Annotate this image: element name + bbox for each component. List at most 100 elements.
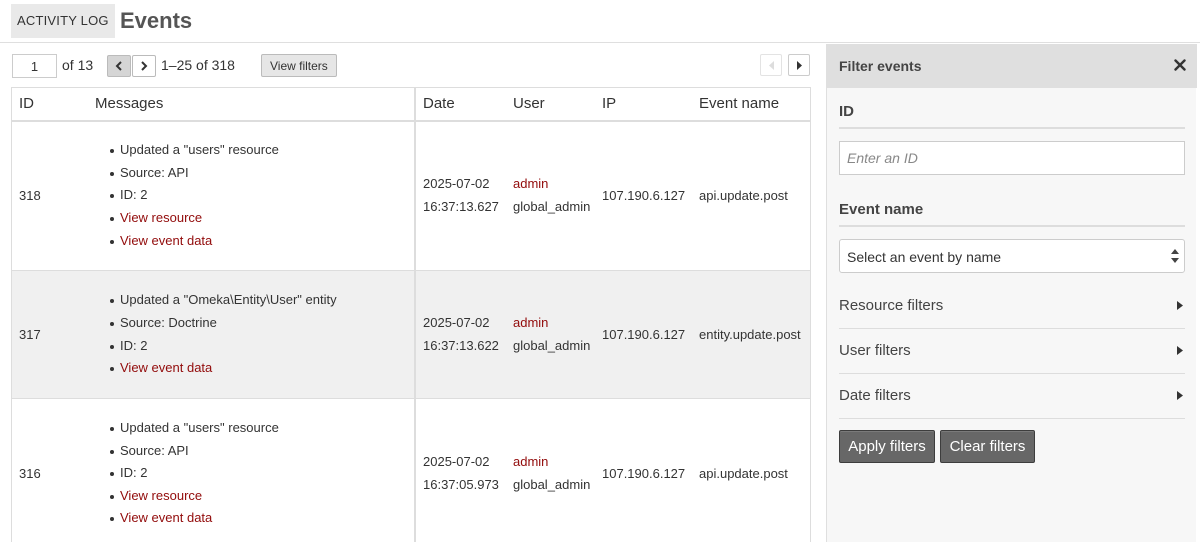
- column-header-user[interactable]: User: [506, 87, 595, 122]
- divider: [839, 127, 1185, 129]
- view-filters-button[interactable]: View filters: [261, 54, 337, 77]
- message-item: Source: API: [110, 162, 407, 185]
- event-name-filter-label: Event name: [839, 201, 924, 218]
- event-messages: Updated a "users" resource Source: API I…: [88, 398, 416, 542]
- date-filters-toggle[interactable]: Date filters: [839, 375, 1185, 419]
- view-resource-link[interactable]: View resource: [120, 210, 202, 225]
- event-messages: Updated a "users" resource Source: API I…: [88, 120, 416, 271]
- table-row: 318 Updated a "users" resource Source: A…: [12, 120, 810, 271]
- chevron-left-icon: [115, 61, 122, 71]
- filter-sidebar: Filter events ID Event name Select an ev…: [826, 44, 1197, 542]
- message-item: ID: 2: [110, 184, 407, 207]
- caret-right-icon: [796, 60, 802, 70]
- table-row: 317 Updated a "Omeka\Entity\User" entity…: [12, 270, 810, 399]
- page-count: of 13: [62, 57, 94, 73]
- column-header-id[interactable]: ID: [12, 87, 88, 122]
- page-title: Events: [120, 8, 193, 33]
- event-date: 2025-07-02 16:37:13.627: [415, 120, 506, 271]
- message-item: Updated a "users" resource: [110, 139, 407, 162]
- time-value: 16:37:13.622: [423, 337, 499, 353]
- user-role: global_admin: [513, 476, 591, 492]
- scroll-right-button[interactable]: [788, 54, 810, 76]
- column-header-messages[interactable]: Messages: [88, 87, 416, 122]
- event-name-select[interactable]: Select an event by name: [839, 239, 1185, 273]
- view-event-data-link[interactable]: View event data: [120, 510, 212, 525]
- event-name: entity.update.post: [692, 270, 810, 399]
- caret-right-icon: [1177, 346, 1183, 355]
- previous-page-button[interactable]: [107, 55, 131, 77]
- user-link[interactable]: admin: [513, 176, 548, 191]
- event-user: admin global_admin: [506, 398, 595, 542]
- message-item: View event data: [110, 230, 407, 253]
- view-event-data-link[interactable]: View event data: [120, 360, 212, 375]
- column-header-event-name[interactable]: Event name: [692, 87, 810, 122]
- result-range: 1–25 of 318: [161, 57, 235, 73]
- message-item: View resource: [110, 485, 407, 508]
- date-filters-label: Date filters: [839, 387, 911, 404]
- column-header-date[interactable]: Date: [415, 87, 506, 122]
- filter-sidebar-title: Filter events: [839, 58, 922, 74]
- page-number-input[interactable]: [12, 54, 57, 78]
- event-messages: Updated a "Omeka\Entity\User" entity Sou…: [88, 270, 416, 399]
- message-item: Updated a "users" resource: [110, 417, 407, 440]
- table-header-row: ID Messages Date User IP Event name: [12, 87, 810, 122]
- filter-sidebar-header: Filter events: [827, 44, 1197, 88]
- close-icon: [1174, 59, 1186, 71]
- next-page-button[interactable]: [132, 55, 156, 77]
- event-user: admin global_admin: [506, 270, 595, 399]
- message-item: Updated a "Omeka\Entity\User" entity: [110, 289, 407, 312]
- time-value: 16:37:13.627: [423, 198, 499, 214]
- event-ip: 107.190.6.127: [595, 270, 692, 399]
- table-row: 316 Updated a "users" resource Source: A…: [12, 398, 810, 542]
- event-id: 318: [12, 120, 88, 271]
- event-id: 316: [12, 398, 88, 542]
- message-item: Source: Doctrine: [110, 312, 407, 335]
- user-link[interactable]: admin: [513, 315, 548, 330]
- column-header-ip[interactable]: IP: [595, 87, 692, 122]
- resource-filters-label: Resource filters: [839, 297, 944, 314]
- pagination: of 13 1–25 of 318 View filters: [12, 54, 822, 78]
- id-filter-label: ID: [839, 103, 854, 120]
- top-bar: ACTIVITY LOG Events: [0, 0, 1200, 43]
- message-item: View resource: [110, 207, 407, 230]
- event-ip: 107.190.6.127: [595, 120, 692, 271]
- event-name-select-value: Select an event by name: [847, 249, 1002, 265]
- view-resource-link[interactable]: View resource: [120, 488, 202, 503]
- resource-filters-toggle[interactable]: Resource filters: [839, 285, 1185, 329]
- caret-right-icon: [1177, 391, 1183, 400]
- event-id: 317: [12, 270, 88, 399]
- close-sidebar-button[interactable]: [1171, 56, 1189, 74]
- event-date: 2025-07-02 16:37:05.973: [415, 398, 506, 542]
- event-date: 2025-07-02 16:37:13.622: [415, 270, 506, 399]
- section-label: ACTIVITY LOG: [11, 4, 115, 38]
- message-item: Source: API: [110, 440, 407, 463]
- user-role: global_admin: [513, 198, 591, 214]
- event-name: api.update.post: [692, 398, 810, 542]
- user-filters-label: User filters: [839, 342, 911, 359]
- chevron-right-icon: [141, 61, 148, 71]
- time-value: 16:37:05.973: [423, 476, 499, 492]
- clear-filters-button[interactable]: Clear filters: [940, 430, 1035, 463]
- scroll-left-button[interactable]: [760, 54, 782, 76]
- events-table: ID Messages Date User IP Event name 318 …: [11, 87, 811, 542]
- message-item: View event data: [110, 357, 407, 380]
- select-arrows-icon: [1171, 249, 1179, 263]
- user-filters-toggle[interactable]: User filters: [839, 330, 1185, 374]
- id-filter-input[interactable]: [839, 141, 1185, 175]
- message-item: ID: 2: [110, 335, 407, 358]
- event-user: admin global_admin: [506, 120, 595, 271]
- caret-right-icon: [1177, 301, 1183, 310]
- caret-left-icon: [768, 60, 774, 70]
- message-item: ID: 2: [110, 462, 407, 485]
- message-item: View event data: [110, 507, 407, 530]
- user-role: global_admin: [513, 337, 591, 353]
- divider: [839, 225, 1185, 227]
- user-link[interactable]: admin: [513, 454, 548, 469]
- date-value: 2025-07-02: [423, 453, 490, 469]
- date-value: 2025-07-02: [423, 176, 490, 192]
- event-name: api.update.post: [692, 120, 810, 271]
- event-ip: 107.190.6.127: [595, 398, 692, 542]
- date-value: 2025-07-02: [423, 314, 490, 330]
- apply-filters-button[interactable]: Apply filters: [839, 430, 935, 463]
- view-event-data-link[interactable]: View event data: [120, 233, 212, 248]
